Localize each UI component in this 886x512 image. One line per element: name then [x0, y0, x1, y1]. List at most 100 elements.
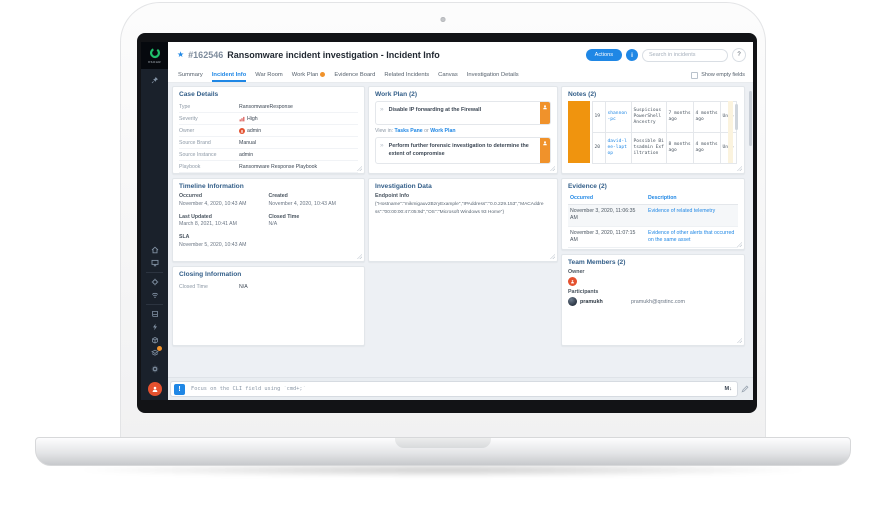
- incidents-icon: [151, 278, 158, 286]
- team-members-panel: Team Members (2) Owner Participants pram…: [561, 254, 745, 346]
- incident-header: ★ #162546 Ransomware incident investigat…: [168, 42, 753, 68]
- tab-investigation-details[interactable]: Investigation Details: [467, 68, 519, 82]
- cli-input[interactable]: [189, 385, 721, 393]
- main-area: ★ #162546 Ransomware incident investigat…: [168, 42, 753, 400]
- closing-information-panel: Closing Information Closed Time N/A: [172, 266, 365, 346]
- panel-resize-handle[interactable]: [550, 254, 555, 259]
- panel-resize-handle[interactable]: [737, 166, 742, 171]
- gear-icon: [151, 365, 158, 373]
- dashboard-icon: [151, 259, 158, 267]
- pin-sidebar-button[interactable]: [151, 76, 159, 84]
- timeline-grid: Occurred November 4, 2020, 10:43 AM Crea…: [179, 193, 358, 248]
- markdown-icon[interactable]: M↓: [725, 386, 734, 392]
- timeline-sla: SLA November 5, 2020, 10:43 AM: [179, 234, 247, 248]
- work-plan-task[interactable]: » Disable IP forwarding at the Firewall: [375, 101, 551, 125]
- evidence-row: November 3, 2020, 11:07:15 AM Evidence o…: [568, 227, 738, 249]
- tab-work-plan[interactable]: Work Plan: [292, 68, 326, 82]
- sidebar-item-home[interactable]: [151, 246, 159, 254]
- task-owner-bar: [540, 138, 550, 163]
- task-chevrons-icon: »: [380, 142, 384, 149]
- help-button[interactable]: ?: [732, 48, 746, 62]
- incident-tabs: Summary Incident Info War Room Work Plan…: [168, 68, 753, 83]
- sidebar-item-incidents[interactable]: [151, 278, 159, 286]
- work-plan-task[interactable]: » Perform further forensic investigation…: [375, 137, 551, 164]
- notes-host-link[interactable]: david-lee-laptop: [606, 133, 632, 164]
- team-owner-avatar[interactable]: [568, 277, 577, 286]
- user-avatar-button[interactable]: [147, 382, 162, 396]
- tab-war-room[interactable]: War Room: [255, 68, 282, 82]
- panel-resize-handle[interactable]: [737, 338, 742, 343]
- work-plan-owner-icon: [320, 72, 326, 77]
- sidebar-item-playbooks[interactable]: [151, 310, 159, 318]
- tab-summary[interactable]: Summary: [178, 68, 203, 82]
- panel-title: Evidence (2): [568, 183, 607, 190]
- screen-bezel: XSOAR ★ #162546 Ransomware incident inve…: [137, 33, 757, 413]
- notes-cell: 4 months ago: [694, 133, 721, 164]
- notes-cell: Possible Bitsadmin Exfiltration: [632, 133, 667, 164]
- tab-evidence-board[interactable]: Evidence Board: [334, 68, 375, 82]
- field-row-source-instance: Source Instance admin: [179, 149, 358, 161]
- evidence-link[interactable]: Evidence of related telemetry: [648, 208, 736, 223]
- sidebar-nav: [146, 246, 163, 400]
- vertical-scrollbar[interactable]: [749, 91, 752, 146]
- field-row-type: Type RansomwareResponse: [179, 101, 358, 113]
- work-plan-link[interactable]: Work Plan: [430, 128, 455, 134]
- show-empty-fields[interactable]: Show empty fields: [691, 68, 745, 82]
- task-owner-icon: [543, 141, 547, 146]
- evidence-panel: Evidence (2) Occurred Description Novemb…: [561, 178, 745, 250]
- panel-resize-handle[interactable]: [357, 254, 362, 259]
- edit-pencil-icon[interactable]: [741, 385, 749, 393]
- evidence-col-occurred[interactable]: Occurred: [570, 195, 648, 201]
- sidebar-item-objects[interactable]: [150, 346, 162, 357]
- task-chevrons-icon: »: [380, 106, 384, 113]
- notes-cell: 20: [593, 133, 606, 164]
- playbook-icon: [151, 311, 158, 317]
- panel-title: Team Members (2): [568, 259, 626, 266]
- timeline-closed-time: Closed Time N/A: [268, 213, 300, 228]
- page-title: Ransomware incident investigation - Inci…: [227, 50, 440, 60]
- sidebar-divider: [146, 272, 163, 273]
- sidebar-item-dashboards[interactable]: [151, 259, 159, 267]
- sidebar-item-marketplace[interactable]: [151, 336, 159, 344]
- notes-host-link[interactable]: shannon-pc: [606, 102, 632, 133]
- notes-cell: 8 months ago: [667, 133, 694, 164]
- evidence-link[interactable]: Evidence of other alerts that occurred o…: [648, 230, 736, 245]
- notes-body: 19 shannon-pc Suspicious PowerShell Ance…: [568, 101, 738, 164]
- search-input[interactable]: [642, 48, 728, 62]
- home-icon: [151, 246, 158, 254]
- field-row-source-brand: Source Brand Manual: [179, 137, 358, 149]
- cli-command-button[interactable]: !: [174, 383, 185, 395]
- participant-row: pramukh pramukh@qrstinc.com: [568, 297, 738, 306]
- xsoar-logo-icon: [149, 47, 160, 59]
- notes-cell: 7 months ago: [667, 102, 694, 133]
- webcam-dot: [440, 17, 446, 22]
- notes-scrollbar[interactable]: [735, 104, 738, 130]
- tab-canvas[interactable]: Canvas: [438, 68, 458, 82]
- field-row-playbook: Playbook Ransomware Response Playbook: [179, 161, 358, 173]
- evidence-table-header: Occurred Description: [568, 193, 738, 205]
- participant-avatar[interactable]: [568, 297, 577, 306]
- xsoar-logo[interactable]: XSOAR: [141, 42, 168, 69]
- endpoint-info-value: {"Hostname":"mikmigauv2BzryExample","IPA…: [375, 202, 544, 215]
- favorite-star-icon[interactable]: ★: [177, 51, 184, 59]
- cli-input-wrap[interactable]: ! M↓: [170, 381, 738, 397]
- tab-related-incidents[interactable]: Related Incidents: [384, 68, 429, 82]
- show-empty-fields-checkbox[interactable]: [691, 71, 699, 79]
- participant-name: pramukh: [580, 298, 603, 305]
- evidence-col-description[interactable]: Description: [648, 195, 736, 201]
- sidebar-item-feeds[interactable]: [151, 291, 159, 299]
- header-avatar[interactable]: i: [626, 49, 638, 61]
- laptop-lid: XSOAR ★ #162546 Ransomware incident inve…: [120, 2, 766, 438]
- sidebar-item-automation[interactable]: [151, 323, 159, 331]
- actions-button[interactable]: Actions: [585, 49, 622, 61]
- participant-email: pramukh@qrstinc.com: [631, 298, 686, 305]
- sidebar-item-settings[interactable]: [151, 365, 159, 373]
- case-details-panel: Case Details Type RansomwareResponse Sev…: [172, 86, 365, 174]
- panel-resize-handle[interactable]: [550, 166, 555, 171]
- notification-badge: [156, 346, 162, 351]
- tasks-pane-link[interactable]: Tasks Pane: [395, 128, 423, 134]
- column-right: Notes (2) 19 shannon-pc Suspicious Power…: [561, 86, 745, 377]
- notes-orange-block: [568, 101, 590, 163]
- tab-incident-info[interactable]: Incident Info: [211, 68, 247, 82]
- panel-title: Case Details: [179, 91, 219, 98]
